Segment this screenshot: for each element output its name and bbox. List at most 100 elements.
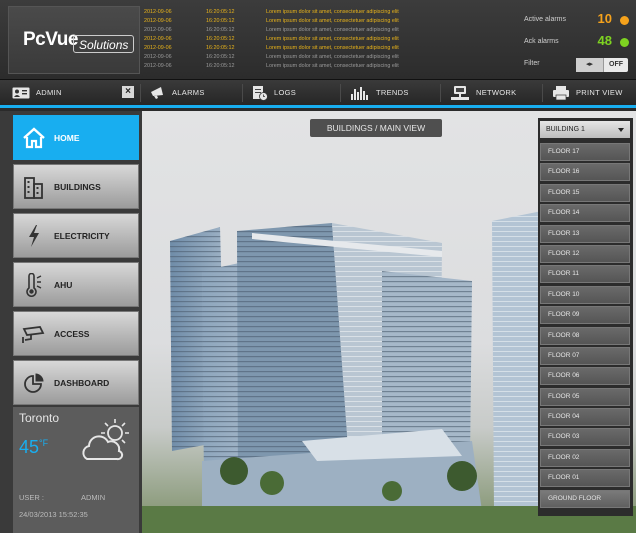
user-card-icon bbox=[12, 87, 30, 98]
pie-chart-icon bbox=[24, 373, 44, 393]
app-window: PcVue Solutions 2012-09-06 16:20:05:12 Lor… bbox=[0, 0, 636, 533]
toolbar-divider bbox=[542, 84, 543, 102]
current-user: USER : ADMIN bbox=[19, 493, 133, 502]
toolbar-divider bbox=[440, 84, 441, 102]
logo-suffix: Solutions bbox=[73, 35, 135, 53]
floor-button[interactable]: FLOOR 08 bbox=[540, 326, 630, 345]
chevron-down-icon bbox=[618, 128, 624, 132]
ack-alarm-indicator-icon bbox=[620, 38, 629, 47]
floor-button[interactable]: FLOOR 16 bbox=[540, 163, 630, 182]
sidebar-item-dashboard[interactable]: DASHBOARD bbox=[13, 360, 139, 405]
alarm-log-time: 16:20:05:12 bbox=[206, 27, 235, 33]
floor-button[interactable]: GROUND FLOOR bbox=[540, 489, 630, 508]
thermometer-icon bbox=[26, 272, 42, 297]
toolbar-print-view[interactable]: PRINT VIEW bbox=[552, 80, 623, 105]
sidebar-item-home[interactable]: HOME bbox=[13, 115, 139, 160]
temperature-value: 45 bbox=[19, 437, 40, 457]
sidebar-item-buildings[interactable]: BUILDINGS bbox=[13, 164, 139, 209]
sidebar-item-label: ACCESS bbox=[54, 328, 90, 339]
alarm-log-row[interactable]: 2012-09-06 16:20:05:12 Lorem ipsum dolor s… bbox=[144, 8, 516, 17]
filter-state: OFF bbox=[609, 61, 623, 68]
active-alarms-label: Active alarms bbox=[524, 16, 567, 23]
alarm-log-row[interactable]: 2012-09-06 16:20:05:12 Lorem ipsum dolor s… bbox=[144, 44, 516, 53]
current-datetime: 24/03/2013 15:52:35 bbox=[19, 510, 88, 519]
sidebar-item-label: AHU bbox=[54, 279, 73, 290]
alarm-log-message: Lorem ipsum dolor sit amet, consectetuer… bbox=[266, 9, 399, 15]
weather-widget: Toronto 45°F USER : ADMIN 24/03/2013 15:… bbox=[13, 407, 139, 533]
admin-label: ADMIN bbox=[36, 88, 62, 97]
floor-button[interactable]: FLOOR 12 bbox=[540, 244, 630, 263]
toolbar-alarms[interactable]: ALARMS bbox=[150, 80, 205, 105]
alarm-log-message: Lorem ipsum dolor sit amet, consectetuer… bbox=[266, 45, 399, 51]
floor-button[interactable]: FLOOR 06 bbox=[540, 367, 630, 386]
floor-button[interactable]: FLOOR 04 bbox=[540, 408, 630, 427]
filter-toggle[interactable]: ◂▸ OFF bbox=[576, 58, 628, 72]
alarm-log-message: Lorem ipsum dolor sit amet, consectetuer… bbox=[266, 54, 399, 60]
alarm-log-time: 16:20:05:12 bbox=[206, 9, 235, 15]
selected-building: BUILDING 1 bbox=[546, 126, 585, 133]
floor-button[interactable]: FLOOR 01 bbox=[540, 469, 630, 488]
sidebar-item-access[interactable]: ACCESS bbox=[13, 311, 139, 356]
floor-button[interactable]: FLOOR 17 bbox=[540, 143, 630, 161]
floor-button[interactable]: FLOOR 03 bbox=[540, 428, 630, 447]
admin-close-button[interactable]: × bbox=[122, 86, 134, 98]
floor-button[interactable]: FLOOR 02 bbox=[540, 448, 630, 467]
building-select[interactable]: BUILDING 1 bbox=[540, 121, 630, 138]
floor-button[interactable]: FLOOR 10 bbox=[540, 285, 630, 304]
floor-button[interactable]: FLOOR 14 bbox=[540, 204, 630, 223]
alarm-log-date: 2012-09-06 bbox=[144, 36, 172, 42]
building-icon bbox=[24, 176, 43, 199]
alarm-log-row[interactable]: 2012-09-06 16:20:05:12 Lorem ipsum dolor s… bbox=[144, 53, 516, 62]
ack-alarms-label: Ack alarms bbox=[524, 38, 559, 45]
filter-label: Filter bbox=[524, 60, 540, 67]
logo-brand: PcVue bbox=[23, 29, 78, 50]
user-label: USER : bbox=[19, 493, 45, 502]
weather-temperature: 45°F bbox=[19, 437, 48, 458]
floor-button[interactable]: FLOOR 05 bbox=[540, 387, 630, 406]
alarm-summary: Active alarms 10 Ack alarms 48 Filter ◂▸… bbox=[518, 10, 632, 74]
alarms-label: ALARMS bbox=[172, 88, 205, 97]
main-toolbar: ADMIN × ALARMS LOGS TRENDS NETWORK PRINT… bbox=[0, 80, 636, 108]
document-clock-icon bbox=[253, 85, 268, 101]
alarm-log-date: 2012-09-06 bbox=[144, 45, 172, 51]
alarm-log-row[interactable]: 2012-09-06 16:20:05:12 Lorem ipsum dolor s… bbox=[144, 17, 516, 26]
weather-city: Toronto bbox=[19, 411, 60, 425]
home-icon bbox=[23, 126, 45, 148]
sidebar-item-label: BUILDINGS bbox=[54, 181, 101, 192]
sidebar-item-ahu[interactable]: AHU bbox=[13, 262, 139, 307]
active-alarms-row[interactable]: Active alarms 10 bbox=[518, 10, 632, 32]
alarm-log-message: Lorem ipsum dolor sit amet, consectetuer… bbox=[266, 36, 399, 42]
alarm-log-message: Lorem ipsum dolor sit amet, consectetuer… bbox=[266, 18, 399, 24]
alarm-log-row[interactable]: 2012-09-06 16:20:05:12 Lorem ipsum dolor s… bbox=[144, 62, 516, 71]
active-alarms-count: 10 bbox=[597, 11, 612, 26]
floor-button[interactable]: FLOOR 09 bbox=[540, 306, 630, 325]
filter-row: Filter ◂▸ OFF bbox=[518, 54, 632, 76]
alarm-log-message: Lorem ipsum dolor sit amet, consectetuer… bbox=[266, 63, 399, 69]
toolbar-network[interactable]: NETWORK bbox=[450, 80, 516, 105]
print-view-label: PRINT VIEW bbox=[576, 88, 623, 97]
alarm-log-date: 2012-09-06 bbox=[144, 27, 172, 33]
floor-button[interactable]: FLOOR 07 bbox=[540, 346, 630, 365]
floor-button[interactable]: FLOOR 11 bbox=[540, 265, 630, 284]
sidebar-item-label: DASHBOARD bbox=[54, 377, 110, 388]
ack-alarms-row[interactable]: Ack alarms 48 bbox=[518, 32, 632, 54]
alarm-log-row[interactable]: 2012-09-06 16:20:05:12 Lorem ipsum dolor s… bbox=[144, 26, 516, 35]
toolbar-trends[interactable]: TRENDS bbox=[350, 80, 409, 105]
alarm-log-list[interactable]: 2012-09-06 16:20:05:12 Lorem ipsum dolor s… bbox=[144, 8, 516, 78]
active-alarm-indicator-icon bbox=[620, 16, 629, 25]
alarm-log-message: Lorem ipsum dolor sit amet, consectetuer… bbox=[266, 27, 399, 33]
toggle-knob-icon: ◂▸ bbox=[576, 58, 604, 72]
toolbar-logs[interactable]: LOGS bbox=[252, 80, 296, 105]
header-bar: PcVue Solutions 2012-09-06 16:20:05:12 Lor… bbox=[0, 0, 636, 80]
alarm-log-row[interactable]: 2012-09-06 16:20:05:12 Lorem ipsum dolor s… bbox=[144, 35, 516, 44]
user-name: ADMIN bbox=[81, 493, 106, 502]
floor-button[interactable]: FLOOR 15 bbox=[540, 183, 630, 202]
floor-button[interactable]: FLOOR 13 bbox=[540, 224, 630, 243]
bar-chart-icon bbox=[351, 86, 368, 100]
alarm-log-time: 16:20:05:12 bbox=[206, 36, 235, 42]
view-title: BUILDINGS / MAIN VIEW bbox=[310, 119, 442, 137]
floor-panel: BUILDING 1 FLOOR 17 FLOOR 16 FLOOR 15 FLOOR… bbox=[538, 118, 633, 516]
admin-tab[interactable]: ADMIN bbox=[12, 80, 62, 105]
alarm-log-date: 2012-09-06 bbox=[144, 54, 172, 60]
sidebar-item-electricity[interactable]: ELECTRICITY bbox=[13, 213, 139, 258]
